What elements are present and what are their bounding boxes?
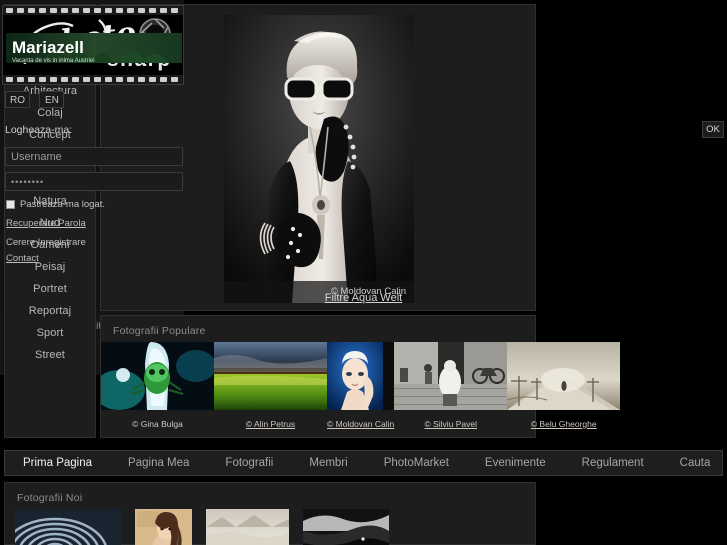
promo-link-filtre-aqua-welt[interactable]: Filtre Aqua Welt: [0, 292, 727, 304]
new-photos-title: Fotografii Noi: [17, 492, 83, 504]
language-switcher: RO EN: [5, 90, 69, 108]
nav-item-photomarket[interactable]: PhotoMarket: [366, 457, 467, 469]
popular-photo-thumb-4[interactable]: [394, 342, 508, 410]
new-photo-thumb-3[interactable]: [206, 509, 289, 545]
ad-banner-mariazell[interactable]: Mariazell Vacanta de vis in inima Austri…: [6, 33, 182, 63]
popular-photo-thumb-1[interactable]: [101, 342, 214, 410]
new-photos-panel: Fotografii Noi: [4, 482, 536, 545]
blue-portrait-image: [327, 342, 383, 410]
popular-photo-thumb-2[interactable]: [214, 342, 327, 410]
abstract-spiral-image: [15, 509, 121, 545]
beetle-macro-image: [101, 342, 214, 410]
foggy-road-image: [507, 342, 621, 410]
new-photo-thumb-1[interactable]: [15, 509, 121, 545]
woman-portrait-sepia-image: [135, 509, 192, 545]
lang-button-en[interactable]: EN: [39, 91, 65, 108]
mariazell-banner-image: Mariazell Vacanta de vis in inima Austri…: [6, 33, 182, 63]
popular-photo-item: © Belu Gheorghe: [507, 342, 621, 429]
sidebar-item-street[interactable]: Street: [5, 344, 95, 366]
recover-password-link[interactable]: Recuperare Parola: [6, 218, 86, 229]
popular-photos-row: © Gina Bulga © Alin Petrus © Moldovan Ca…: [101, 342, 621, 429]
street-bw-image: [394, 342, 508, 410]
lang-button-ro[interactable]: RO: [5, 91, 30, 108]
new-photos-row: [15, 509, 531, 545]
login-heading: Logheaza-ma:: [5, 124, 73, 136]
main-navigation: Prima Pagina Pagina Mea Fotografii Membr…: [4, 450, 723, 476]
nav-item-membri[interactable]: Membri: [291, 457, 365, 469]
popular-photos-panel: Fotografii Populare © Gina Bulga © Alin …: [100, 315, 621, 438]
featured-photo-image: [224, 15, 414, 303]
login-submit-button[interactable]: OK: [702, 121, 724, 138]
nav-item-evenimente[interactable]: Evenimente: [467, 457, 564, 469]
remember-me-checkbox[interactable]: [6, 200, 15, 209]
popular-photo-credit-3[interactable]: © Moldovan Calin: [327, 419, 394, 429]
green-field-landscape-image: [214, 342, 327, 410]
page-root: Categorii Abstract Altele Arhitectura Co…: [0, 0, 727, 545]
password-input[interactable]: [5, 172, 183, 191]
stormy-bw-image: [303, 509, 389, 545]
contact-link[interactable]: Contact: [6, 253, 39, 264]
remember-me-row: Pastreaza-ma logat.: [6, 199, 105, 210]
nav-item-regulament[interactable]: Regulament: [564, 457, 662, 469]
popular-photo-credit-2[interactable]: © Alin Petrus: [214, 419, 327, 429]
nav-item-prima-pagina[interactable]: Prima Pagina: [5, 457, 110, 469]
popular-photo-thumb-5[interactable]: [507, 342, 621, 410]
popular-photo-item: © Silviu Pavel: [394, 342, 508, 429]
popular-photos-title: Fotografii Populare: [113, 325, 206, 337]
sidebar-item-sport[interactable]: Sport: [5, 322, 95, 344]
popular-photo-credit-1[interactable]: © Gina Bulga: [101, 419, 214, 429]
featured-photo[interactable]: © Moldovan Calin: [224, 15, 414, 303]
popular-photo-credit-4[interactable]: © Silviu Pavel: [394, 419, 507, 429]
username-input[interactable]: [5, 147, 183, 166]
svg-text:Vacanta de vis in inima Austri: Vacanta de vis in inima Austriei: [12, 58, 95, 63]
new-photo-thumb-2[interactable]: [135, 509, 192, 545]
popular-photo-item: © Alin Petrus: [214, 342, 327, 429]
popular-photo-item: © Moldovan Calin: [327, 342, 395, 429]
register-request-link[interactable]: Cerere Inregistrare: [6, 237, 86, 248]
popular-photo-thumb-3[interactable]: [327, 342, 395, 410]
popular-photo-credit-5[interactable]: © Belu Gheorghe: [507, 419, 620, 429]
svg-text:Mariazell: Mariazell: [12, 38, 84, 57]
remember-me-label: Pastreaza-ma logat.: [20, 199, 106, 210]
misty-mountain-image: [206, 509, 289, 545]
nav-item-cauta[interactable]: Cauta: [662, 457, 727, 469]
new-photo-thumb-4[interactable]: [303, 509, 389, 545]
popular-photo-item: © Gina Bulga: [101, 342, 214, 429]
nav-item-fotografii[interactable]: Fotografii: [207, 457, 291, 469]
nav-item-pagina-mea[interactable]: Pagina Mea: [110, 457, 207, 469]
